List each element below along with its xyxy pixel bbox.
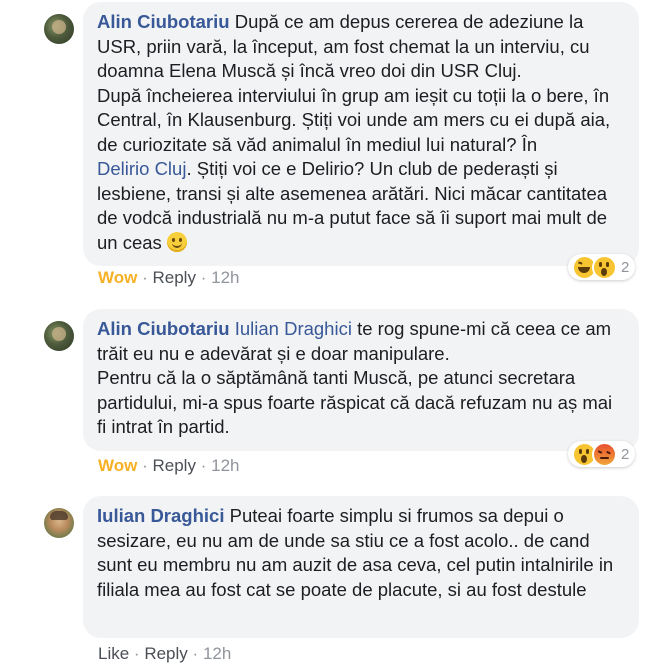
avatar[interactable] xyxy=(44,321,74,351)
comment-bubble: Alin Ciubotariu După ce am depus cererea… xyxy=(83,2,639,266)
reply-button[interactable]: Reply xyxy=(144,644,187,663)
comment-bubble: Iulian Draghici Puteai foarte simplu si … xyxy=(83,496,639,638)
reaction-button[interactable]: Wow xyxy=(98,456,137,475)
reaction-summary[interactable]: 2 xyxy=(568,254,636,280)
place-link[interactable]: Delirio Cluj xyxy=(97,158,186,179)
timestamp[interactable]: 12h xyxy=(203,644,231,663)
separator: · xyxy=(200,268,207,287)
reaction-count: 2 xyxy=(621,258,630,276)
avatar[interactable] xyxy=(44,508,74,538)
comment-text-continued: După încheierea interviului în grup am i… xyxy=(97,84,611,155)
comment-author[interactable]: Alin Ciubotariu xyxy=(97,11,230,32)
comment-actions: Like · Reply · 12h xyxy=(98,644,231,664)
angry-icon xyxy=(592,441,617,467)
comment-author[interactable]: Iulian Draghici xyxy=(97,505,224,526)
like-button[interactable]: Like xyxy=(98,644,129,663)
separator: · xyxy=(142,456,148,475)
comment-actions: Wow · Reply · 12h xyxy=(98,268,239,288)
smile-emoji-icon xyxy=(166,231,187,252)
timestamp[interactable]: 12h xyxy=(211,268,239,287)
wow-icon xyxy=(592,254,617,280)
mention-link[interactable]: Iulian Draghici xyxy=(235,318,352,339)
avatar[interactable] xyxy=(44,14,74,44)
separator: · xyxy=(192,644,199,663)
comment-actions: Wow · Reply · 12h xyxy=(98,456,239,476)
comment-text-continued: Pentru că la o săptămână tanti Muscă, pe… xyxy=(97,367,613,437)
timestamp[interactable]: 12h xyxy=(211,456,239,475)
separator: · xyxy=(200,456,207,475)
reaction-button[interactable]: Wow xyxy=(98,268,137,287)
reply-button[interactable]: Reply xyxy=(153,456,196,475)
comment-bubble: Alin Ciubotariu Iulian Draghici te rog s… xyxy=(83,309,639,451)
reaction-summary[interactable]: 2 xyxy=(568,441,636,467)
reply-button[interactable]: Reply xyxy=(153,268,196,287)
separator: · xyxy=(133,644,140,663)
comment-author[interactable]: Alin Ciubotariu xyxy=(97,318,230,339)
reaction-count: 2 xyxy=(621,445,630,463)
separator: · xyxy=(142,268,148,287)
